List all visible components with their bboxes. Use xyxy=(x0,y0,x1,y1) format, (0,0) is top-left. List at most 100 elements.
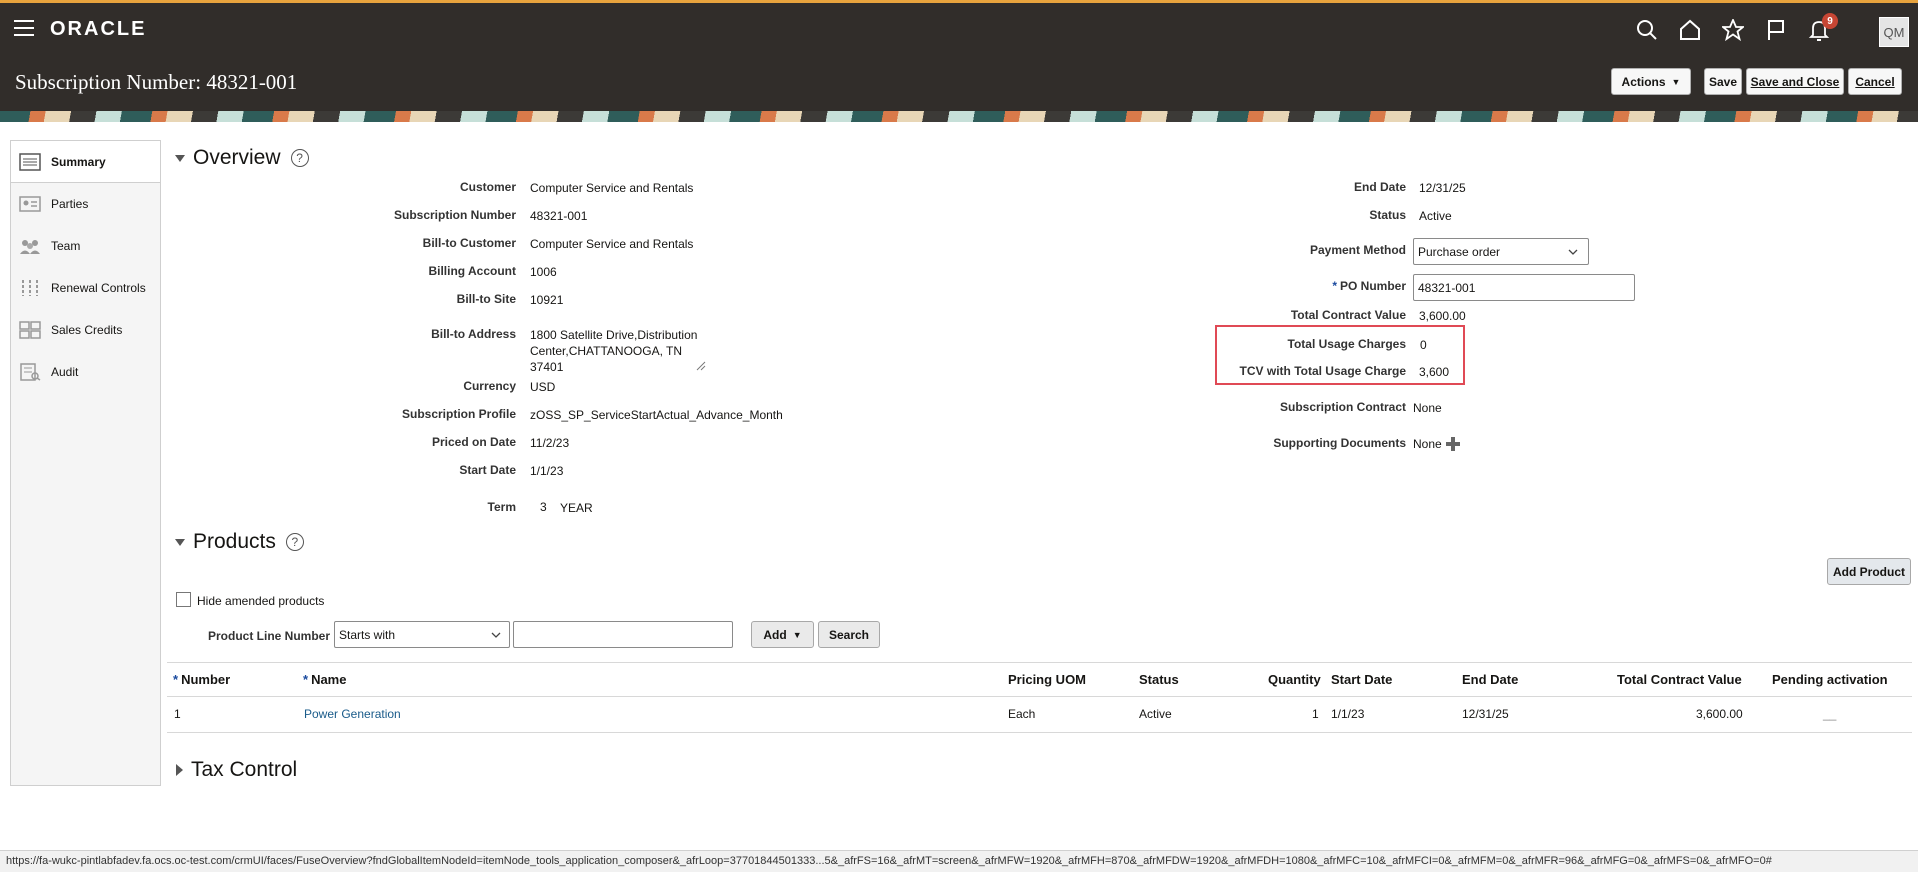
cell-pending-activation: __ xyxy=(1823,707,1837,721)
menu-icon[interactable] xyxy=(14,20,34,36)
total-contract-value: 3,600.00 xyxy=(1419,309,1466,323)
chevron-down-icon xyxy=(491,632,501,638)
filter-value-input[interactable] xyxy=(513,621,733,648)
home-icon[interactable] xyxy=(1677,17,1703,43)
nav-label-parties: Parties xyxy=(51,197,89,211)
hide-amended-label: Hide amended products xyxy=(197,594,325,608)
cell-quantity: 1 xyxy=(1312,707,1319,721)
payment-method-select[interactable]: Purchase order xyxy=(1413,238,1589,265)
billto-address-textarea[interactable]: 1800 Satellite Drive,Distribution Center… xyxy=(530,327,708,374)
product-name-link[interactable]: Power Generation xyxy=(304,707,401,721)
actions-menu-button[interactable]: Actions ▼ xyxy=(1611,68,1691,95)
term-unit: YEAR xyxy=(560,501,593,515)
start-date-label: Start Date xyxy=(459,463,516,477)
table-row-border xyxy=(167,732,1912,733)
nav-item-sales-credits[interactable]: Sales Credits xyxy=(11,309,160,351)
cell-end-date: 12/31/25 xyxy=(1462,707,1509,721)
subscription-contract-label: Subscription Contract xyxy=(1279,400,1406,414)
collapse-triangle-icon xyxy=(175,154,185,162)
subscription-number-value: 48321-001 xyxy=(530,209,588,223)
required-asterisk: * xyxy=(1332,279,1337,293)
cell-status: Active xyxy=(1139,707,1172,721)
table-header-border xyxy=(167,696,1912,697)
column-header-status[interactable]: Status xyxy=(1139,672,1179,687)
expand-triangle-icon xyxy=(176,764,183,776)
billing-account-label: Billing Account xyxy=(428,264,516,278)
po-number-label-text: PO Number xyxy=(1339,279,1406,293)
address-line-3: 37401 xyxy=(530,360,564,374)
list-icon xyxy=(19,152,41,171)
browser-status-bar: https://fa-wukc-pintlabfadev.fa.ocs.oc-t… xyxy=(0,850,1918,872)
product-line-number-label: Product Line Number xyxy=(207,629,330,643)
tcv-with-usage-value: 3,600 xyxy=(1419,365,1450,379)
column-header-number-text: Number xyxy=(181,672,231,687)
save-button[interactable]: Save xyxy=(1704,68,1742,95)
resize-handle-icon[interactable] xyxy=(696,361,706,371)
team-icon xyxy=(19,237,41,255)
column-header-pricing-uom[interactable]: Pricing UOM xyxy=(1008,672,1086,687)
subscription-contract-value: None xyxy=(1413,401,1442,415)
start-date-value: 1/1/23 xyxy=(530,464,564,478)
filter-operator-value: Starts with xyxy=(339,627,396,642)
notifications-bell-icon[interactable]: 9 xyxy=(1806,13,1838,43)
column-header-pending-activation[interactable]: Pending activation xyxy=(1772,672,1888,687)
column-header-number[interactable]: * Number xyxy=(173,672,230,687)
overview-section-header[interactable]: Overview ? xyxy=(175,146,309,170)
chevron-down-icon: ▼ xyxy=(1671,76,1681,87)
nav-item-renewal-controls[interactable]: Renewal Controls xyxy=(11,267,160,309)
save-and-close-button[interactable]: Save and Close xyxy=(1746,68,1844,95)
help-icon[interactable]: ? xyxy=(285,533,304,551)
page-header: Subscription Number: 48321-001 Actions ▼ … xyxy=(0,55,1918,111)
column-header-quantity[interactable]: Quantity xyxy=(1268,672,1321,687)
chevron-down-icon xyxy=(1568,249,1578,255)
term-value: 3 xyxy=(540,500,547,514)
column-header-name[interactable]: * Name xyxy=(303,672,346,687)
add-product-button[interactable]: Add Product xyxy=(1827,558,1911,585)
po-number-label: * PO Number xyxy=(1200,279,1406,293)
favorites-star-icon[interactable] xyxy=(1720,17,1746,43)
column-header-end-date[interactable]: End Date xyxy=(1462,672,1518,687)
sales-credits-icon xyxy=(19,321,41,339)
search-button[interactable]: Search xyxy=(818,621,880,648)
nav-label-renewal-controls: Renewal Controls xyxy=(51,281,146,295)
address-line-1: 1800 Satellite Drive,Distribution xyxy=(530,328,698,342)
priced-on-date-value: 11/2/23 xyxy=(530,436,570,450)
nav-item-audit[interactable]: Audit xyxy=(11,351,160,393)
subscription-profile-value: zOSS_SP_ServiceStartActual_Advance_Month xyxy=(530,408,783,422)
priced-on-date-label: Priced on Date xyxy=(431,435,516,449)
add-document-plus-icon[interactable] xyxy=(1446,437,1460,451)
column-header-start-date[interactable]: Start Date xyxy=(1331,672,1392,687)
table-top-border xyxy=(167,662,1912,663)
tcv-with-usage-label: TCV with Total Usage Charge xyxy=(1239,364,1406,378)
nav-item-team[interactable]: Team xyxy=(11,225,160,267)
status-label: Status xyxy=(1369,208,1406,222)
po-number-input[interactable]: 48321-001 xyxy=(1413,274,1635,301)
billto-site-value: 10921 xyxy=(530,293,564,307)
cell-total-contract-value: 3,600.00 xyxy=(1696,707,1743,721)
term-label: Term xyxy=(487,500,516,514)
end-date-value: 12/31/25 xyxy=(1419,181,1466,195)
collapse-triangle-icon xyxy=(175,538,185,546)
help-icon[interactable]: ? xyxy=(290,149,309,167)
filter-operator-select[interactable]: Starts with xyxy=(334,621,510,648)
nav-label-summary: Summary xyxy=(51,154,106,169)
products-section-header[interactable]: Products ? xyxy=(175,530,304,554)
cell-uom: Each xyxy=(1008,707,1036,721)
column-header-total-contract-value[interactable]: Total Contract Value xyxy=(1617,672,1742,687)
billing-account-value: 1006 xyxy=(530,265,557,279)
add-label: Add xyxy=(763,627,787,642)
search-icon[interactable] xyxy=(1634,17,1660,43)
hide-amended-checkbox[interactable] xyxy=(176,592,191,607)
oracle-logo[interactable]: ORACLE xyxy=(50,18,146,41)
cancel-button[interactable]: Cancel xyxy=(1848,68,1902,95)
add-row-menu-button[interactable]: Add ▼ xyxy=(751,621,814,648)
nav-item-summary[interactable]: Summary xyxy=(11,141,160,183)
user-avatar[interactable]: QM xyxy=(1879,17,1909,47)
flag-icon[interactable] xyxy=(1763,17,1789,43)
nav-item-parties[interactable]: Parties xyxy=(11,183,160,225)
global-header: ORACLE 9 QM xyxy=(0,0,1918,55)
tax-control-section-header[interactable]: Tax Control xyxy=(176,758,297,782)
total-usage-charges-value: 0 xyxy=(1420,338,1427,352)
audit-icon xyxy=(19,363,41,381)
subscription-profile-label: Subscription Profile xyxy=(401,407,516,421)
